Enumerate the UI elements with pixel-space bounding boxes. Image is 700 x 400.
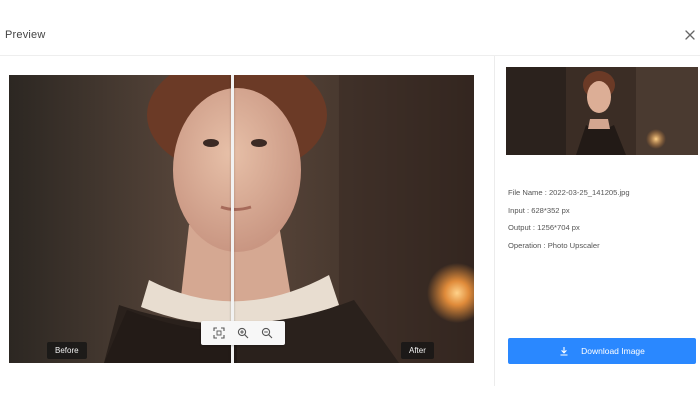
fit-to-screen-icon[interactable] — [211, 325, 227, 341]
output-value: 1256*704 px — [537, 223, 580, 232]
comparison-split-handle[interactable] — [230, 75, 234, 363]
operation-label: Operation : — [508, 240, 546, 250]
before-label: Before — [47, 342, 87, 359]
input-row: Input : 628*352 px — [508, 206, 696, 224]
dialog-header: Preview — [0, 0, 700, 60]
image-info: File Name : 2022-03-25_141205.jpg Input … — [508, 188, 696, 258]
operation-row: Operation : Photo Upscaler — [508, 241, 696, 259]
output-row: Output : 1256*704 px — [508, 223, 696, 241]
close-icon[interactable] — [683, 28, 697, 42]
input-label: Input : — [508, 205, 530, 215]
file-name-row: File Name : 2022-03-25_141205.jpg — [508, 188, 696, 206]
operation-value: Photo Upscaler — [547, 240, 600, 250]
download-button-label: Download Image — [581, 346, 645, 356]
comparison-preview[interactable]: Before After — [9, 75, 474, 363]
zoom-toolbar — [201, 321, 285, 345]
output-label: Output : — [508, 223, 536, 232]
after-label: After — [401, 342, 434, 359]
zoom-in-icon[interactable] — [235, 325, 251, 341]
download-icon — [559, 346, 569, 356]
result-thumbnail — [506, 67, 698, 155]
panel-divider — [494, 56, 495, 386]
file-name-value: 2022-03-25_141205.jpg — [548, 188, 630, 197]
input-value: 628*352 px — [531, 205, 570, 215]
header-divider — [0, 55, 700, 56]
portrait-image — [9, 75, 474, 363]
zoom-out-icon[interactable] — [259, 325, 275, 341]
download-image-button[interactable]: Download Image — [508, 338, 696, 364]
dialog-title: Preview — [5, 29, 46, 41]
file-name-label: File Name : — [508, 188, 547, 197]
